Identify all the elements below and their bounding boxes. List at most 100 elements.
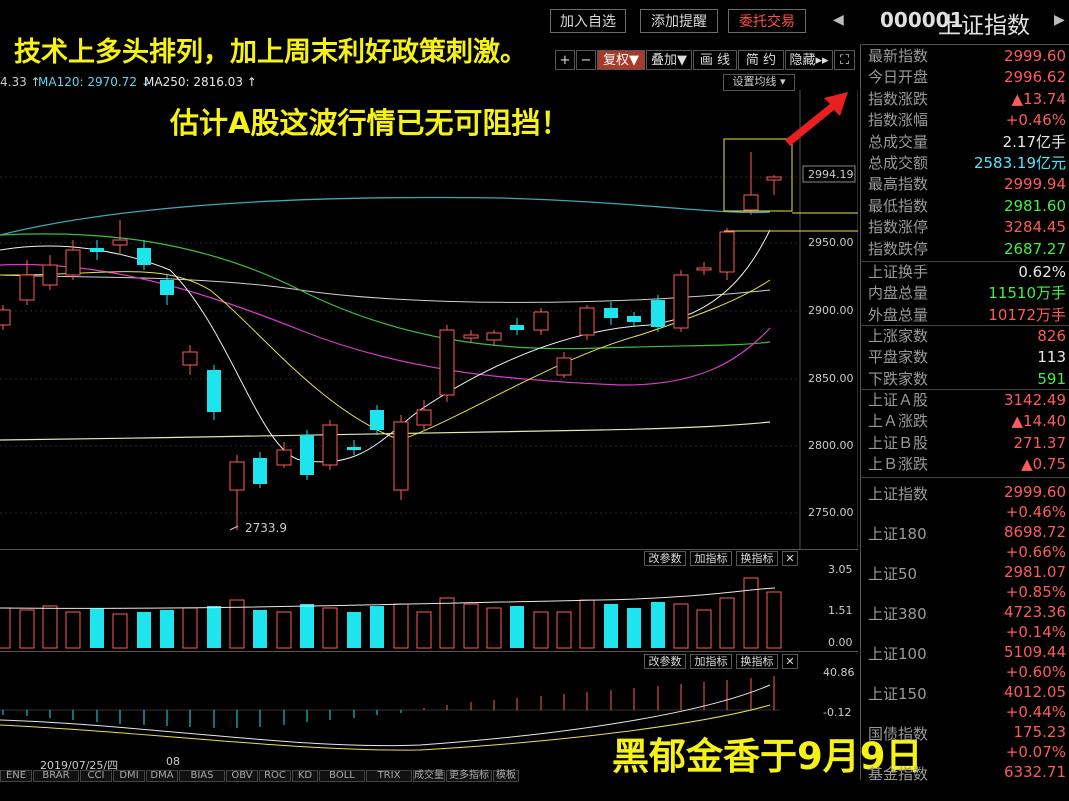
candle-body xyxy=(300,435,314,475)
quote-value: 2996.62 xyxy=(1003,68,1066,87)
simple-mode-button[interactable]: 简 约 xyxy=(738,50,784,70)
index-row[interactable]: 上证380 4723.36 +0.14% xyxy=(868,601,1066,641)
candle-body xyxy=(322,424,338,466)
close-indicator-icon-2[interactable]: ✕ xyxy=(782,654,798,669)
index-row[interactable]: 上证100 5109.44 +0.60% xyxy=(868,641,1066,681)
quote-row: 总成交量 2.17亿手 xyxy=(868,132,1066,153)
trade-button[interactable]: 委托交易 xyxy=(728,9,806,33)
hide-button[interactable]: 隐藏▸▸ xyxy=(785,50,833,70)
quote-value: 10172万手 xyxy=(988,305,1066,324)
next-security-icon[interactable]: ▶ xyxy=(1054,12,1065,28)
swap-indicator-button-2[interactable]: 换指标 xyxy=(736,654,778,669)
indicator-tab[interactable]: DMI xyxy=(113,770,145,782)
quote-label: 最新指数 xyxy=(868,47,929,65)
indicator-tab[interactable]: TRIX xyxy=(366,770,412,782)
price-tag-text: 2994.19 xyxy=(808,168,854,181)
volume-bar xyxy=(673,603,689,649)
red-arrow-icon xyxy=(785,92,848,146)
quote-value: ▲13.74 xyxy=(1011,89,1066,108)
candle-body xyxy=(276,449,292,466)
volume-bar xyxy=(579,599,595,649)
indicator-tab[interactable]: 更多指标 xyxy=(446,770,492,782)
ma60-legend: 4.33 ↑ xyxy=(0,75,41,89)
quote-label: 今日开盘 xyxy=(868,68,929,87)
quote-label: 上证换手 xyxy=(868,263,929,281)
month-label: 08 xyxy=(166,755,180,768)
indicator-tab[interactable]: CCI xyxy=(80,770,112,782)
quote-row: 上证换手 0.62% xyxy=(868,262,1066,283)
quote-label: 最高指数 xyxy=(868,175,929,194)
index-name: 上证180 xyxy=(868,525,927,543)
index-row[interactable]: 上证180 8698.72 +0.66% xyxy=(868,521,1066,561)
index-change: +0.60% xyxy=(1005,663,1066,681)
vol-axis-label: 0.00 xyxy=(828,636,853,649)
quote-row: 指数涨停 3284.45 xyxy=(868,217,1066,238)
indicator-tab[interactable]: OBV xyxy=(226,770,258,782)
candle-body xyxy=(486,332,502,341)
volume-bar xyxy=(253,610,267,648)
volume-bar xyxy=(347,612,361,648)
zoom-in-button[interactable]: + xyxy=(555,50,575,70)
candle-body xyxy=(65,249,81,276)
kline-chart[interactable]: 2994.19 2733.9 xyxy=(0,90,858,550)
index-change: +0.07% xyxy=(1005,743,1066,761)
candle-body xyxy=(253,458,267,484)
price-axis-label: 2750.00 xyxy=(808,506,854,519)
volume-bar xyxy=(370,606,384,648)
indicator-tab[interactable]: 模板 xyxy=(493,770,519,782)
price-axis-label: 2900.00 xyxy=(808,304,854,317)
index-row[interactable]: 国债指数 175.23 +0.07% xyxy=(868,721,1066,761)
quote-label: 总成交额 xyxy=(868,154,929,172)
candle-body xyxy=(416,409,432,426)
candle-body xyxy=(0,309,11,326)
indicator-tab[interactable]: BOLL xyxy=(319,770,365,782)
index-row[interactable]: 基金指数 6332.71 xyxy=(868,761,1066,801)
quote-label: 上Ａ涨跌 xyxy=(868,412,929,431)
volume-bar xyxy=(300,604,314,648)
candle-body xyxy=(112,239,128,246)
draw-line-button[interactable]: 画 线 xyxy=(693,50,737,70)
volume-bar xyxy=(696,609,712,649)
candle-body xyxy=(42,264,58,286)
candle-body xyxy=(533,311,549,331)
volume-bar xyxy=(276,611,292,649)
quote-value: 2981.60 xyxy=(1003,196,1066,215)
quote-value: 2583.19亿元 xyxy=(973,154,1066,172)
divider xyxy=(862,389,1069,390)
change-params-button-2[interactable]: 改参数 xyxy=(644,654,686,669)
index-value: 5109.44 xyxy=(1003,643,1066,661)
quote-row: 总成交额 2583.19亿元 xyxy=(868,153,1066,174)
volume-bar xyxy=(651,602,665,648)
quote-value: 591 xyxy=(1037,369,1066,388)
index-row[interactable]: 上证50 2981.07 +0.85% xyxy=(868,561,1066,601)
add-indicator-button-2[interactable]: 加指标 xyxy=(690,654,732,669)
prev-security-icon[interactable]: ◀ xyxy=(833,12,844,28)
expand-icon[interactable]: ⛶ xyxy=(834,50,855,70)
adjust-dropdown[interactable]: 复权▼ xyxy=(597,50,645,70)
zoom-out-button[interactable]: − xyxy=(576,50,596,70)
quote-label: 指数跌停 xyxy=(868,239,929,258)
quote-value: 2999.94 xyxy=(1003,175,1066,194)
indicator-tab[interactable]: ROC xyxy=(259,770,291,782)
candle-body xyxy=(743,194,759,211)
volume-bar xyxy=(207,606,221,648)
ma250-legend: MA250: 2816.03 ↑ xyxy=(144,75,257,89)
quote-label: 上证Ｂ股 xyxy=(868,433,929,452)
index-value: 4723.36 xyxy=(1003,603,1066,621)
indicator-tab[interactable]: BRAR xyxy=(33,770,79,782)
divider xyxy=(862,325,1069,326)
index-row[interactable]: 上证指数 2999.60 +0.46% xyxy=(868,481,1066,521)
indicator-tab[interactable]: BIAS xyxy=(179,770,225,782)
overlay-dropdown[interactable]: 叠加▼ xyxy=(646,50,692,70)
indicator-tab[interactable]: 成交量 xyxy=(413,770,445,782)
indicator-tab[interactable]: KD xyxy=(292,770,318,782)
set-ma-dropdown[interactable]: 设置均线 ▾ xyxy=(723,74,795,91)
quote-value: +0.46% xyxy=(1005,111,1066,130)
quote-row: 外盘总量 10172万手 xyxy=(868,305,1066,326)
add-watchlist-button[interactable]: 加入自选 xyxy=(550,9,626,33)
indicator-tab[interactable]: ENE xyxy=(0,770,32,782)
index-change: +0.66% xyxy=(1005,543,1066,561)
index-row[interactable]: 上证150 4012.05 +0.44% xyxy=(868,681,1066,721)
indicator-tab[interactable]: DMA xyxy=(146,770,178,782)
add-alert-button[interactable]: 添加提醒 xyxy=(640,9,718,33)
